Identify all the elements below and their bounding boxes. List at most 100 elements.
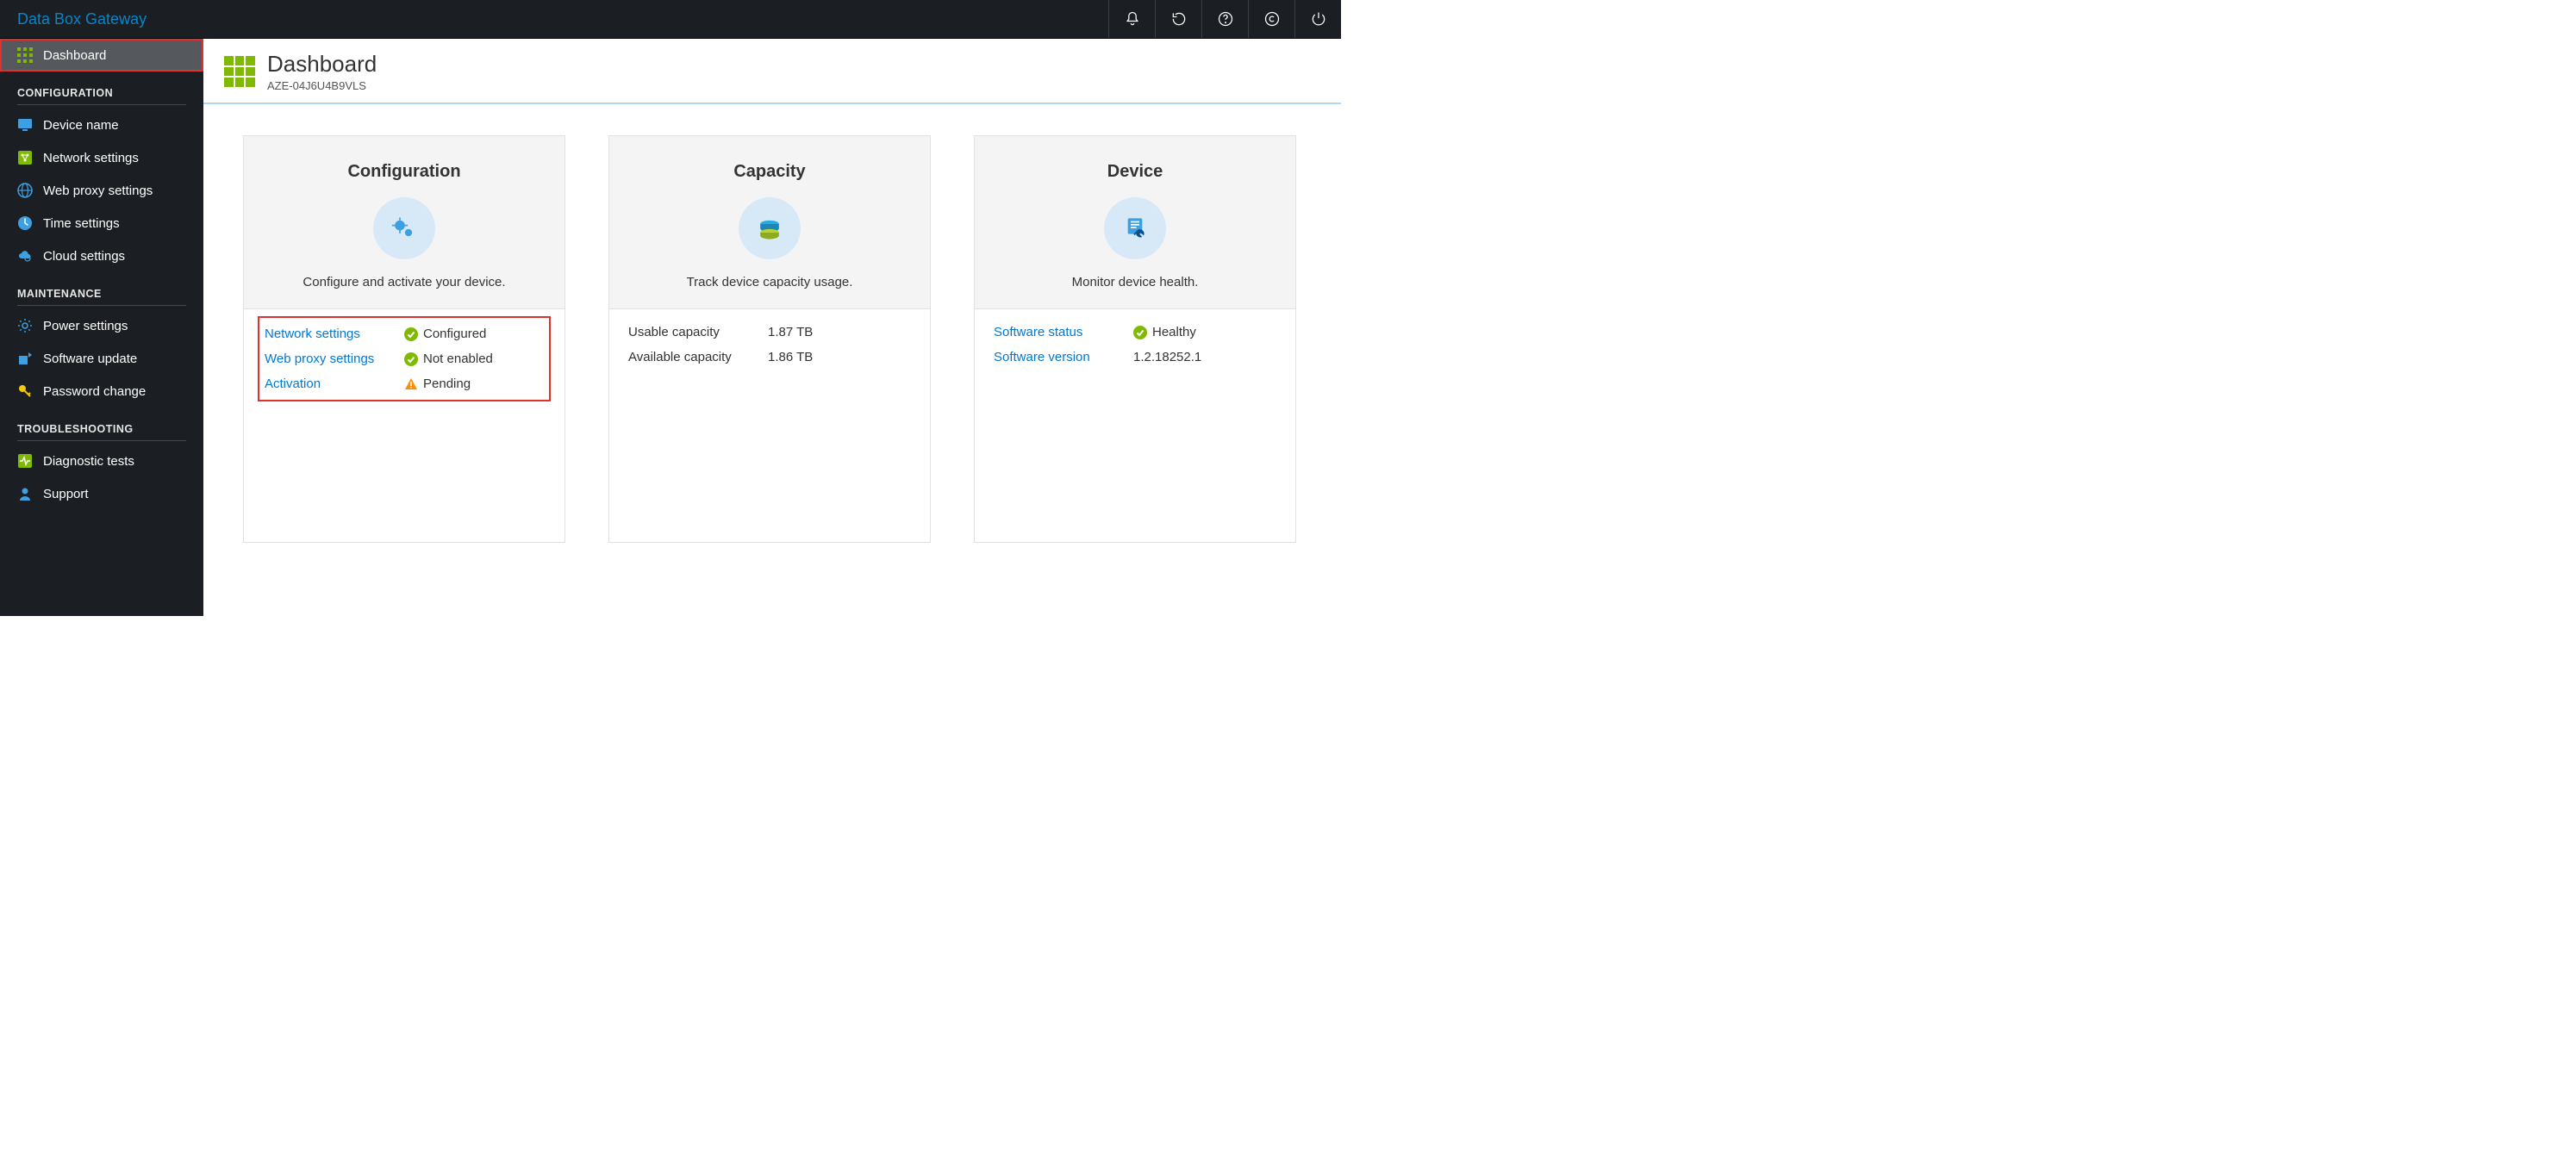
- status-text: Not enabled: [423, 352, 493, 366]
- person-icon: [17, 486, 33, 501]
- status-text: Pending: [423, 376, 471, 391]
- status-text: Configured: [423, 327, 486, 341]
- card-device: Device Monitor device health. Software s…: [974, 135, 1296, 543]
- gears-icon: [373, 197, 435, 259]
- card-capacity: Capacity Track device capacity usage. Us…: [608, 135, 931, 543]
- label-usable-capacity: Usable capacity: [628, 325, 768, 339]
- cards-row: Configuration Configure and activate you…: [203, 104, 1341, 574]
- grid-icon: [17, 47, 33, 63]
- topbar-actions: [1108, 0, 1341, 38]
- sidebar-item-diagnostic-tests[interactable]: Diagnostic tests: [0, 445, 203, 477]
- check-icon: [404, 327, 418, 341]
- bell-icon: [1124, 10, 1141, 28]
- help-icon: [1217, 10, 1234, 28]
- grid-icon: [224, 56, 255, 87]
- page-header: Dashboard AZE-04J6U4B9VLS: [203, 39, 1341, 104]
- config-row-webproxy: Web proxy settings Not enabled: [265, 352, 544, 366]
- sidebar-section-maintenance: MAINTENANCE: [0, 272, 203, 305]
- sidebar-section-configuration: CONFIGURATION: [0, 72, 203, 104]
- card-header: Configuration Configure and activate you…: [244, 136, 564, 309]
- link-software-status[interactable]: Software status: [994, 325, 1133, 339]
- card-header: Capacity Track device capacity usage.: [609, 136, 930, 309]
- sidebar-item-time-settings[interactable]: Time settings: [0, 207, 203, 240]
- sidebar-item-software-update[interactable]: Software update: [0, 342, 203, 375]
- card-configuration: Configuration Configure and activate you…: [243, 135, 565, 543]
- monitor-icon: [17, 117, 33, 133]
- device-row-software-version: Software version 1.2.18252.1: [994, 350, 1276, 364]
- sidebar-item-label: Password change: [43, 384, 146, 399]
- link-activation[interactable]: Activation: [265, 376, 404, 391]
- card-header: Device Monitor device health.: [975, 136, 1295, 309]
- app-title: Data Box Gateway: [17, 10, 147, 28]
- gear-icon: [17, 318, 33, 333]
- copyright-button[interactable]: [1248, 0, 1294, 38]
- copyright-icon: [1263, 10, 1281, 28]
- sidebar-item-label: Diagnostic tests: [43, 454, 134, 469]
- sidebar-item-label: Web proxy settings: [43, 184, 153, 198]
- sidebar-item-power-settings[interactable]: Power settings: [0, 309, 203, 342]
- card-title: Capacity: [733, 162, 805, 182]
- divider: [17, 104, 186, 105]
- card-description: Track device capacity usage.: [687, 275, 853, 289]
- label-available-capacity: Available capacity: [628, 350, 768, 364]
- card-body: Software status Healthy Software version…: [975, 309, 1295, 542]
- divider: [17, 440, 186, 441]
- device-wrench-icon: [1104, 197, 1166, 259]
- value-available-capacity: 1.86 TB: [768, 350, 813, 364]
- notifications-button[interactable]: [1108, 0, 1155, 38]
- sidebar-item-password-change[interactable]: Password change: [0, 375, 203, 408]
- cloud-gear-icon: [17, 248, 33, 264]
- sidebar-item-label: Device name: [43, 118, 119, 133]
- sidebar-item-label: Time settings: [43, 216, 120, 231]
- link-web-proxy-settings[interactable]: Web proxy settings: [265, 352, 404, 366]
- power-button[interactable]: [1294, 0, 1341, 38]
- key-icon: [17, 383, 33, 399]
- globe-icon: [17, 183, 33, 198]
- refresh-icon: [1170, 10, 1188, 28]
- sidebar-item-label: Dashboard: [43, 48, 106, 63]
- sidebar-item-label: Cloud settings: [43, 249, 125, 264]
- capacity-row-available: Available capacity 1.86 TB: [628, 350, 911, 364]
- sidebar-item-cloud-settings[interactable]: Cloud settings: [0, 240, 203, 272]
- check-icon: [404, 352, 418, 366]
- sidebar-item-label: Support: [43, 487, 89, 501]
- card-title: Configuration: [347, 162, 460, 182]
- link-network-settings[interactable]: Network settings: [265, 327, 404, 341]
- sidebar-section-troubleshooting: TROUBLESHOOTING: [0, 408, 203, 440]
- help-button[interactable]: [1201, 0, 1248, 38]
- sidebar-item-dashboard[interactable]: Dashboard: [0, 39, 203, 72]
- refresh-button[interactable]: [1155, 0, 1201, 38]
- link-software-version[interactable]: Software version: [994, 350, 1133, 364]
- network-icon: [17, 150, 33, 165]
- disks-icon: [739, 197, 801, 259]
- clock-icon: [17, 215, 33, 231]
- device-row-software-status: Software status Healthy: [994, 325, 1276, 339]
- card-title: Device: [1107, 162, 1163, 182]
- value-software-version: 1.2.18252.1: [1133, 350, 1201, 364]
- card-body: Network settings Configured Web proxy se…: [244, 309, 564, 542]
- update-icon: [17, 351, 33, 366]
- card-description: Monitor device health.: [1072, 275, 1199, 289]
- page-title: Dashboard: [267, 51, 377, 78]
- divider: [17, 305, 186, 306]
- power-icon: [1310, 10, 1327, 28]
- config-row-network: Network settings Configured: [265, 327, 544, 341]
- value-software-status: Healthy: [1152, 325, 1196, 339]
- check-icon: [1133, 326, 1147, 339]
- sidebar-item-device-name[interactable]: Device name: [0, 109, 203, 141]
- sidebar-item-support[interactable]: Support: [0, 477, 203, 510]
- card-body: Usable capacity 1.87 TB Available capaci…: [609, 309, 930, 542]
- sidebar-item-web-proxy[interactable]: Web proxy settings: [0, 174, 203, 207]
- highlighted-region: Network settings Configured Web proxy se…: [258, 316, 551, 401]
- topbar: Data Box Gateway: [0, 0, 1341, 39]
- pulse-icon: [17, 453, 33, 469]
- card-description: Configure and activate your device.: [303, 275, 505, 289]
- capacity-row-usable: Usable capacity 1.87 TB: [628, 325, 911, 339]
- sidebar-item-label: Power settings: [43, 319, 128, 333]
- sidebar-item-label: Network settings: [43, 151, 139, 165]
- sidebar: Dashboard CONFIGURATION Device name Netw…: [0, 39, 203, 616]
- content: Dashboard AZE-04J6U4B9VLS Configuration …: [203, 39, 1341, 616]
- page-subtitle: AZE-04J6U4B9VLS: [267, 79, 377, 92]
- sidebar-item-network-settings[interactable]: Network settings: [0, 141, 203, 174]
- config-row-activation: Activation Pending: [265, 376, 544, 391]
